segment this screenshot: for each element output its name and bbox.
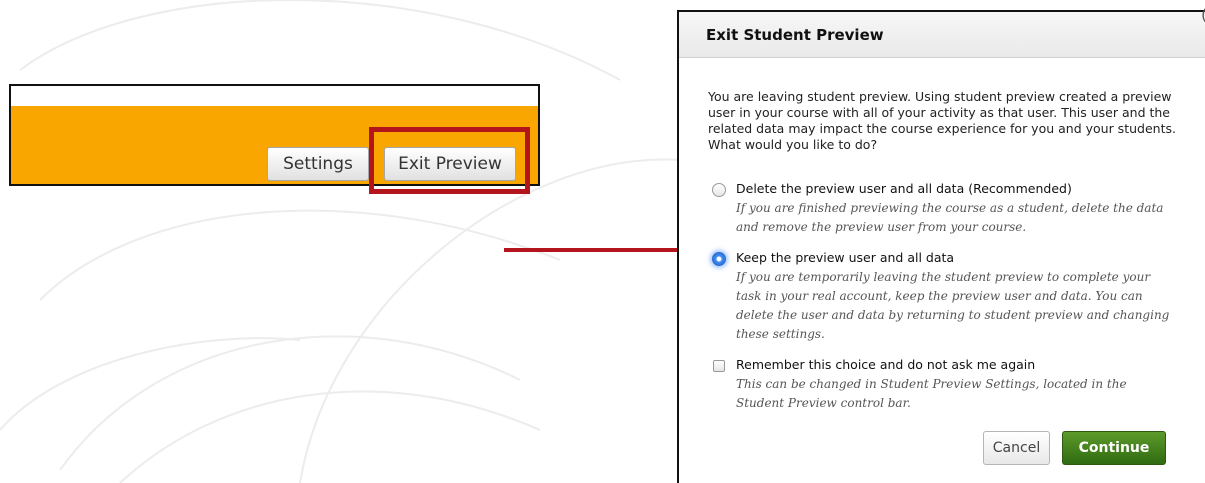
dialog-header: Exit Student Preview — [679, 12, 1205, 58]
student-preview-bar: Settings Exit Preview — [9, 84, 540, 194]
remember-choice-option[interactable]: Remember this choice and do not ask me a… — [712, 357, 1177, 413]
remember-choice-description: This can be changed in Student Preview S… — [736, 377, 1127, 410]
exit-student-preview-dialog: Exit Student Preview ( You are leaving s… — [677, 6, 1205, 483]
option-description: If you are temporarily leaving the stude… — [736, 270, 1170, 341]
option-label[interactable]: Delete the preview user and all data (Re… — [736, 181, 1177, 197]
preview-bar-top-strip — [11, 86, 538, 106]
checkbox-icon[interactable] — [713, 360, 725, 372]
remember-choice-label[interactable]: Remember this choice and do not ask me a… — [736, 357, 1177, 373]
dialog-intro-text: You are leaving student preview. Using s… — [708, 89, 1176, 152]
close-icon[interactable]: ( — [1201, 6, 1205, 24]
settings-button[interactable]: Settings — [267, 147, 369, 181]
option-delete-preview-user[interactable]: Delete the preview user and all data (Re… — [712, 181, 1177, 237]
cancel-button[interactable]: Cancel — [983, 431, 1050, 465]
option-keep-preview-user[interactable]: Keep the preview user and all data If yo… — [712, 250, 1177, 344]
radio-selected-icon[interactable] — [712, 252, 726, 266]
dialog-title: Exit Student Preview — [706, 26, 884, 44]
continue-button[interactable]: Continue — [1062, 431, 1166, 465]
option-description: If you are finished previewing the cours… — [736, 201, 1164, 234]
exit-preview-highlight — [369, 127, 530, 194]
preview-control-bar: Settings Exit Preview — [11, 106, 538, 194]
radio-unselected-icon[interactable] — [712, 183, 726, 197]
option-label[interactable]: Keep the preview user and all data — [736, 250, 1177, 266]
